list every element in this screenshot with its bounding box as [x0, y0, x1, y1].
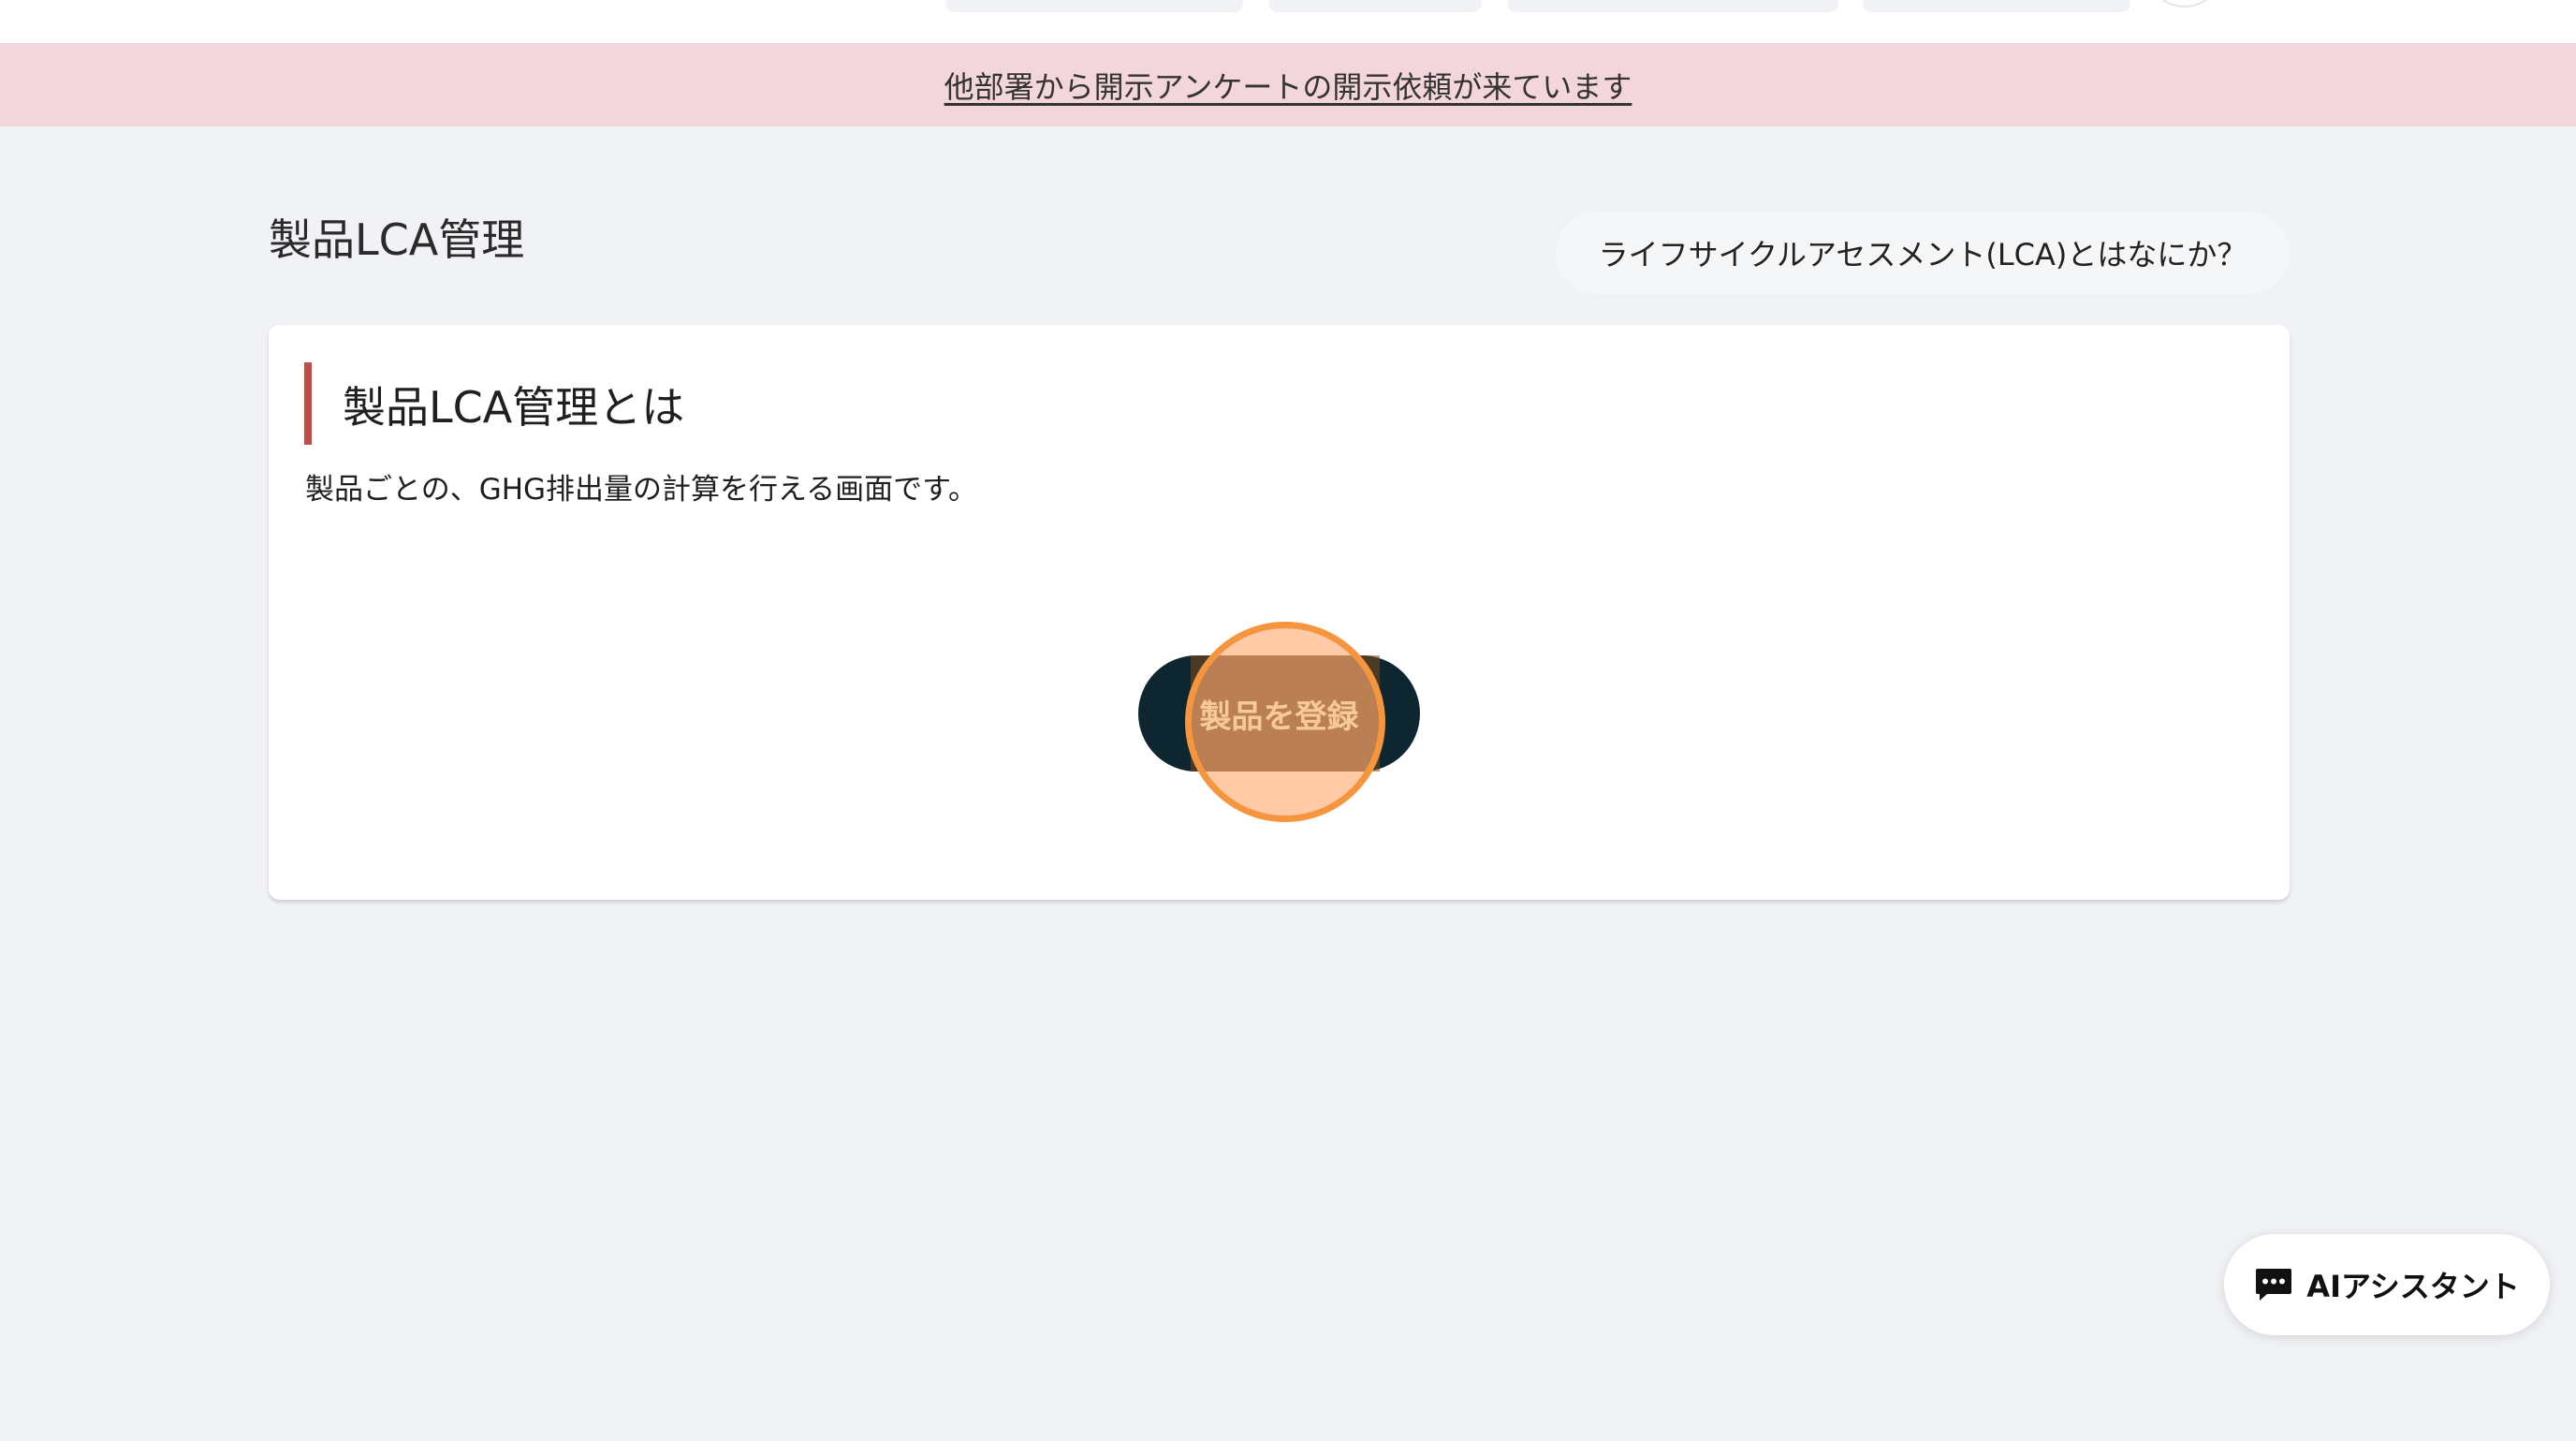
- ai-assistant-label: AIアシスタント: [2306, 1269, 2520, 1304]
- intro-card: 製品LCA管理とは 製品ごとの、GHG排出量の計算を行える画面です。 製品を登録…: [269, 325, 2290, 900]
- nav-item-2[interactable]: [1268, 0, 1482, 12]
- avatar[interactable]: [2155, 0, 2215, 7]
- nav-item-4[interactable]: [1863, 0, 2130, 12]
- card-heading: 製品LCA管理とは: [343, 382, 685, 433]
- nav-item-1[interactable]: [945, 0, 1243, 12]
- lca-help-button[interactable]: ライフサイクルアセスメント(LCA)とはなにか？: [1556, 212, 2290, 294]
- chat-icon: [2254, 1266, 2293, 1303]
- card-description: 製品ごとの、GHG排出量の計算を行える画面です。: [305, 473, 978, 507]
- nav-item-3[interactable]: [1507, 0, 1838, 12]
- register-product-button[interactable]: 製品を登録: [1138, 655, 1420, 772]
- ai-assistant-button[interactable]: AIアシスタント: [2224, 1234, 2550, 1335]
- notification-banner: 他部署から開示アンケートの開示依頼が来ています: [0, 43, 2576, 126]
- top-navigation-bar: [0, 0, 2576, 43]
- heading-accent-bar: [304, 362, 312, 445]
- disclosure-request-link[interactable]: 他部署から開示アンケートの開示依頼が来ています: [944, 64, 1632, 107]
- page-title: 製品LCA管理: [269, 214, 525, 265]
